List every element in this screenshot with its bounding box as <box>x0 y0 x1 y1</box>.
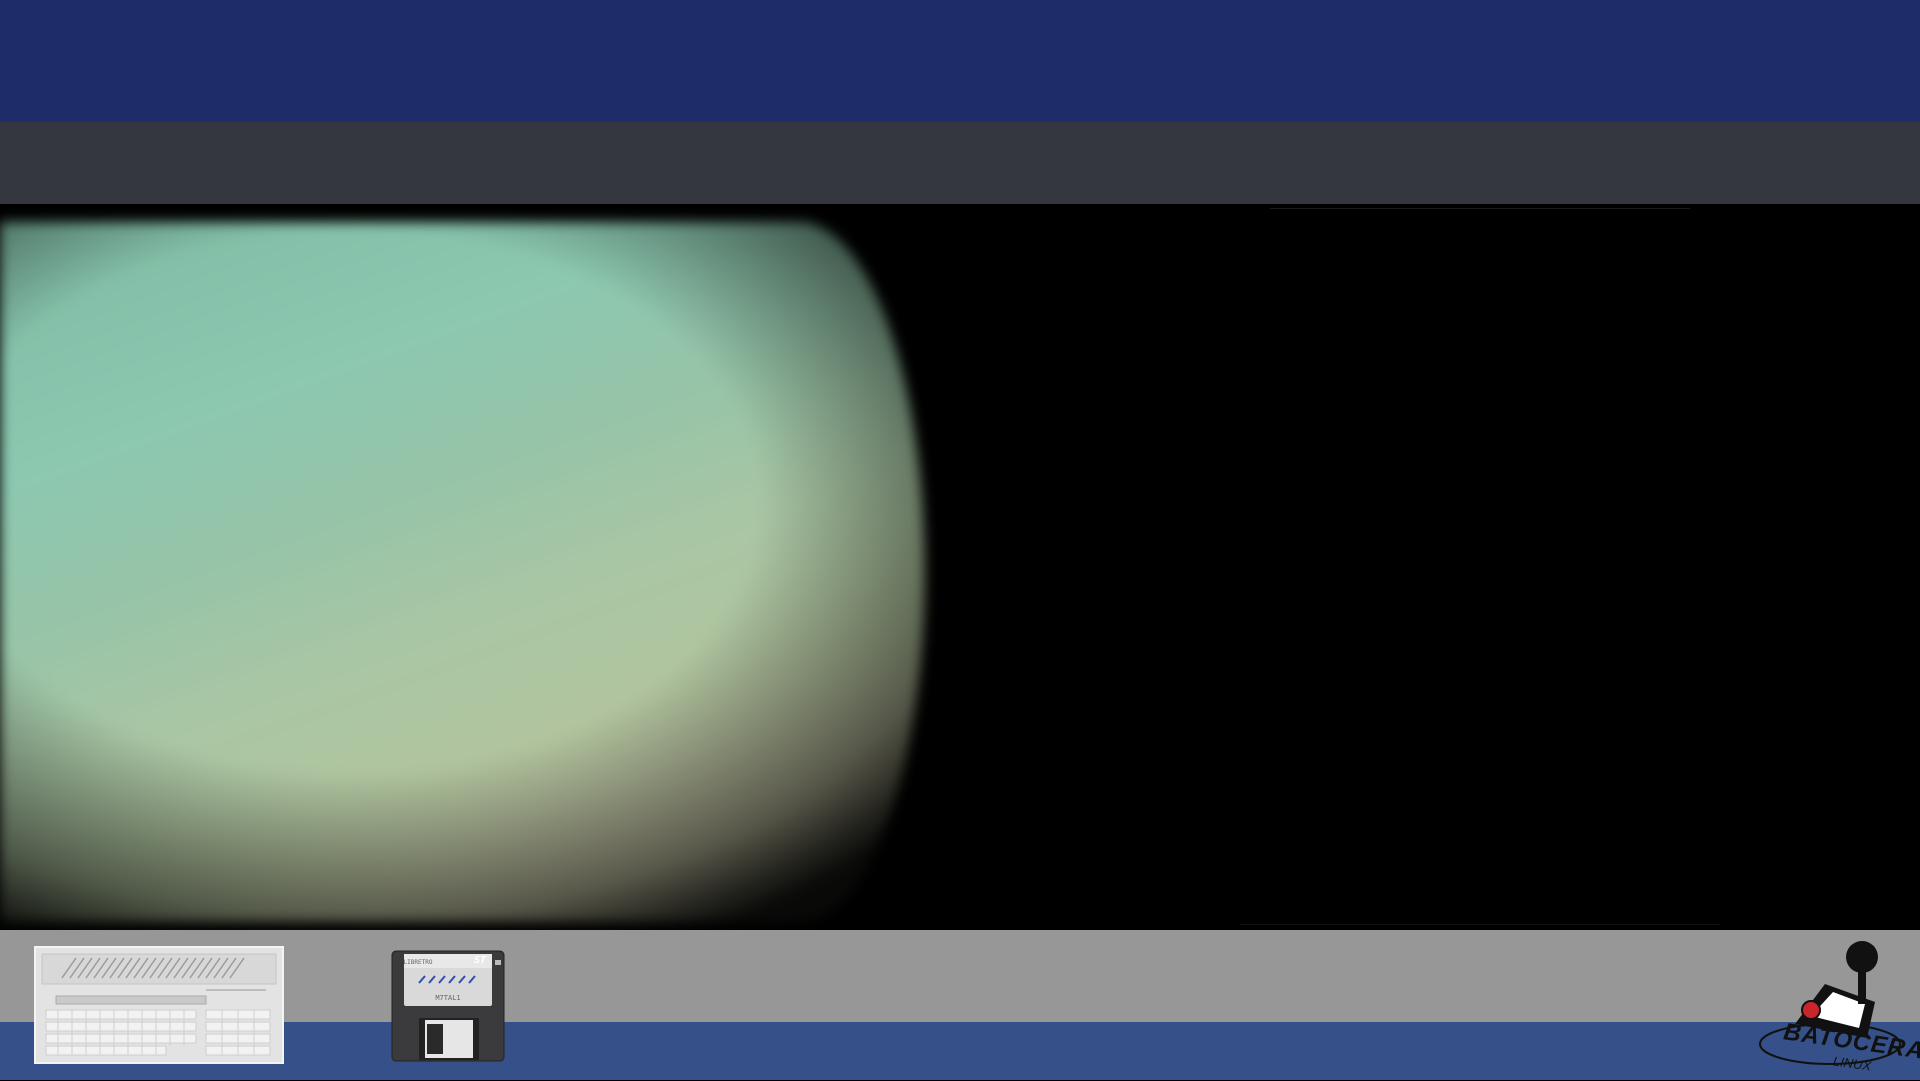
game-video-area <box>0 204 1920 930</box>
divider-line <box>1240 924 1720 925</box>
floppy-disk-label: M7TAL1 <box>435 994 461 1002</box>
footer-gray-band <box>0 930 1920 1022</box>
header-bar <box>0 122 1920 204</box>
batocera-logo: BATOCERA LINUX <box>1755 932 1920 1076</box>
floppy-badge: ST <box>473 955 487 966</box>
floppy-disk-icon: LIBRETRO ST M7TAL1 <box>391 950 505 1062</box>
game-screen-preview <box>0 222 925 922</box>
atari-st-computer-icon <box>34 946 284 1064</box>
top-banner <box>0 0 1920 122</box>
footer-blue-band <box>0 1022 1920 1080</box>
divider-line <box>1270 208 1690 209</box>
